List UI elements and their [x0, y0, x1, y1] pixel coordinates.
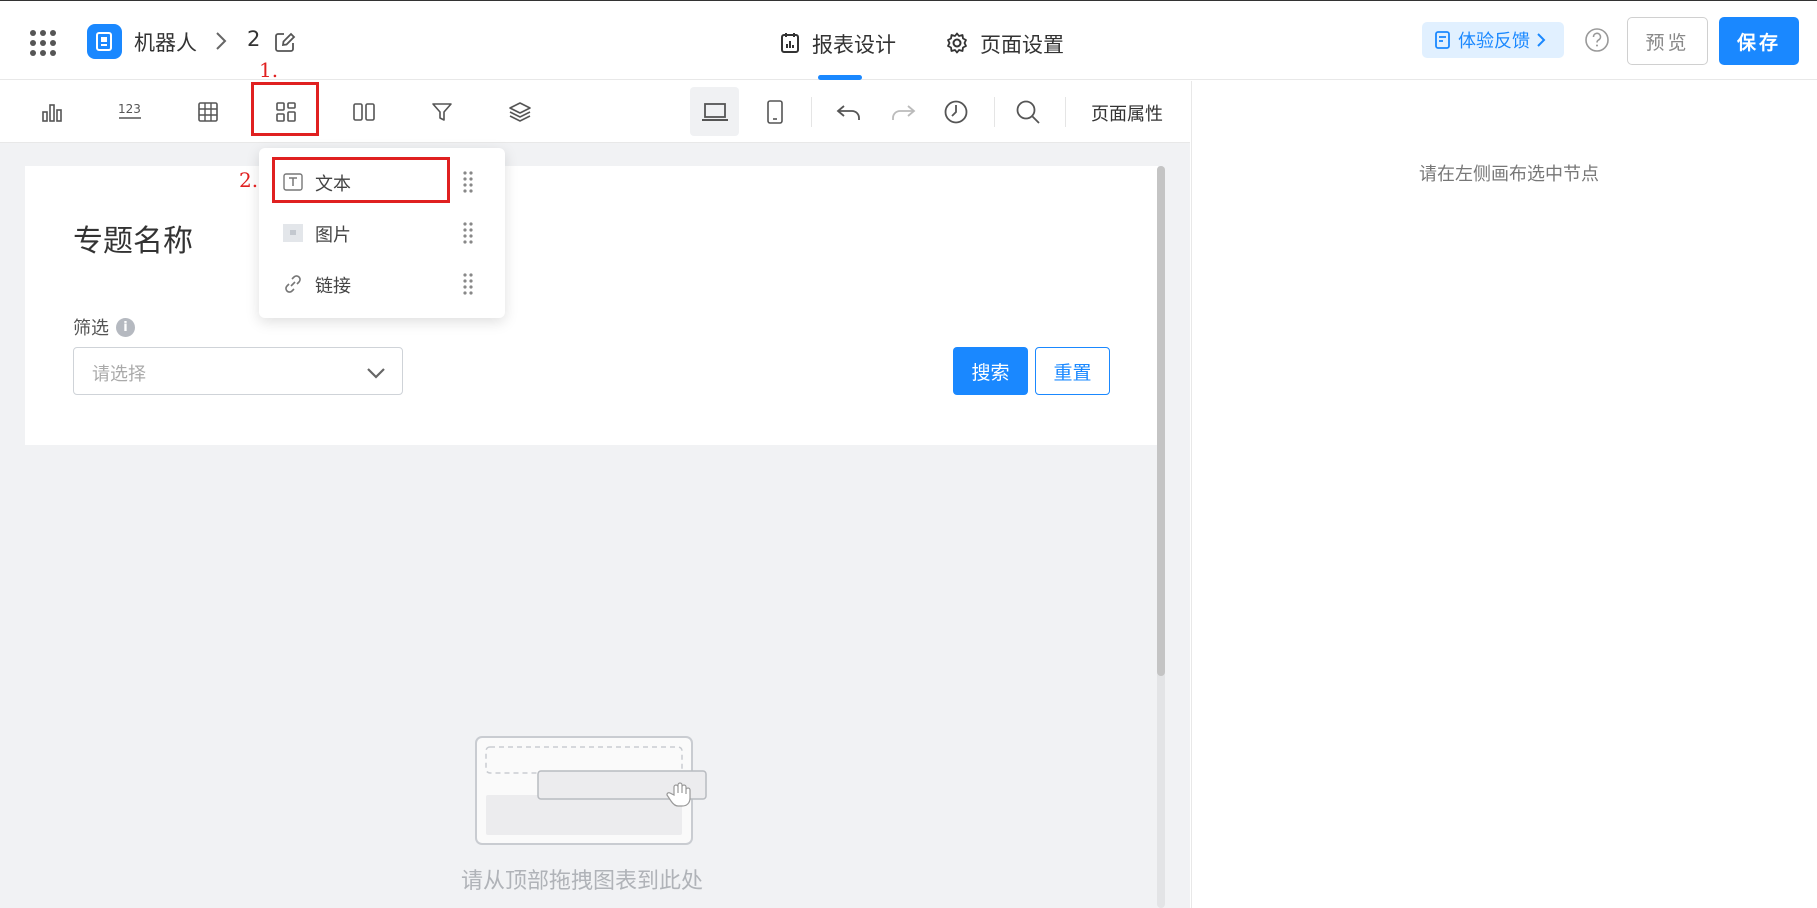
component-toolbar: 123 页面属性 — [0, 81, 1190, 143]
filter-label-text: 筛选 — [73, 318, 109, 339]
feedback-icon — [1435, 31, 1450, 49]
history-icon[interactable] — [941, 97, 971, 127]
properties-panel: 请在左侧画布选中节点 — [1191, 81, 1817, 908]
search-button[interactable]: 搜索 — [953, 347, 1028, 395]
toolbar-divider — [1065, 97, 1066, 127]
page-properties-button[interactable]: 页面属性 — [1091, 100, 1163, 126]
annotation-box-2 — [272, 157, 450, 203]
feedback-button[interactable]: 体验反馈 — [1422, 22, 1564, 58]
link-icon — [283, 274, 303, 298]
gear-icon — [946, 29, 980, 59]
filter-label: 筛选 i — [73, 314, 135, 340]
annotation-number-1: 1. — [259, 58, 279, 82]
drag-chart-illustration — [474, 735, 710, 851]
report-design-icon — [780, 29, 812, 59]
layout-columns-icon[interactable] — [349, 97, 379, 127]
layers-icon[interactable] — [505, 97, 535, 127]
bar-chart-icon[interactable] — [37, 97, 67, 127]
filter-card[interactable]: 专题名称 筛选 i 请选择 搜索 重置 — [25, 166, 1158, 445]
annotation-number-2: 2. — [239, 168, 259, 192]
svg-text:123: 123 — [118, 102, 141, 116]
tab-label: 报表设计 — [812, 33, 896, 57]
select-placeholder: 请选择 — [92, 364, 146, 385]
dropdown-item-image[interactable]: 图片 — [259, 209, 505, 257]
mobile-icon[interactable] — [760, 97, 790, 127]
info-icon[interactable]: i — [116, 317, 135, 337]
properties-empty-hint: 请在左侧画布选中节点 — [1419, 164, 1599, 185]
breadcrumb-page-name: 2 — [247, 27, 261, 51]
app-grid-icon[interactable] — [30, 30, 56, 56]
breadcrumb-app-name[interactable]: 机器人 — [134, 27, 197, 57]
feedback-label: 体验反馈 — [1458, 31, 1530, 52]
tab-report-design[interactable]: 报表设计 — [780, 29, 896, 80]
table-icon[interactable] — [193, 97, 223, 127]
scrollbar-thumb[interactable] — [1157, 166, 1165, 676]
help-icon[interactable] — [1584, 27, 1610, 57]
chevron-right-icon — [214, 30, 228, 56]
design-canvas[interactable]: 专题名称 筛选 i 请选择 搜索 重置 请从顶部拖拽图表到此处 — [0, 143, 1190, 908]
save-button[interactable]: 保存 — [1719, 17, 1799, 65]
preview-button[interactable]: 预览 — [1627, 17, 1708, 65]
tab-page-settings[interactable]: 页面设置 — [946, 29, 1064, 69]
undo-icon[interactable] — [834, 97, 864, 127]
dropdown-item-label: 链接 — [315, 276, 351, 297]
filter-select[interactable]: 请选择 — [73, 347, 403, 395]
edit-icon[interactable] — [274, 31, 296, 57]
toolbar-divider — [811, 97, 812, 127]
number-card-icon[interactable]: 123 — [115, 97, 145, 127]
toolbar-divider — [994, 97, 995, 127]
chevron-right-icon — [1537, 33, 1546, 47]
filter-icon[interactable] — [427, 97, 457, 127]
drag-handle-icon[interactable] — [463, 272, 473, 300]
empty-canvas-hint: 请从顶部拖拽图表到此处 — [461, 869, 704, 894]
drag-handle-icon[interactable] — [463, 170, 473, 198]
annotation-box-1 — [251, 82, 319, 136]
redo-icon[interactable] — [888, 97, 918, 127]
app-logo[interactable] — [87, 24, 122, 59]
search-icon[interactable] — [1013, 97, 1043, 127]
drag-handle-icon[interactable] — [463, 221, 473, 249]
report-title[interactable]: 专题名称 — [73, 216, 193, 260]
dropdown-item-label: 图片 — [315, 225, 351, 246]
image-icon — [283, 223, 303, 247]
chevron-down-icon — [366, 365, 386, 384]
desktop-icon[interactable] — [700, 97, 730, 127]
dropdown-item-link[interactable]: 链接 — [259, 260, 505, 308]
reset-button[interactable]: 重置 — [1035, 347, 1110, 395]
tab-label: 页面设置 — [980, 33, 1064, 57]
